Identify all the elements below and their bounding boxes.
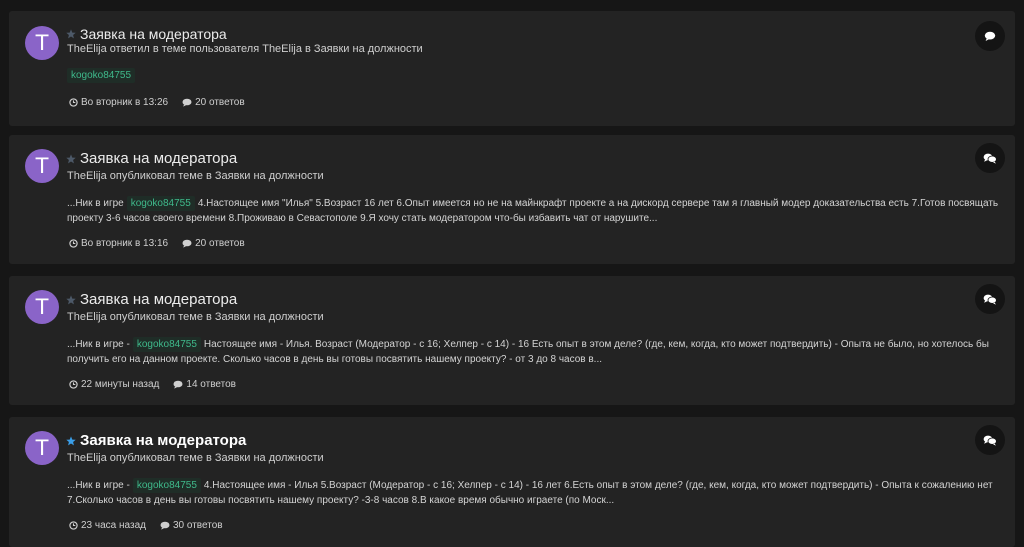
avatar[interactable]: T <box>25 290 59 324</box>
activity-item: T Заявка на модератора TheElija опублико… <box>9 417 1015 547</box>
timestamp-text: 22 минуты назад <box>81 379 160 390</box>
clock-icon <box>69 239 78 248</box>
star-icon <box>66 153 76 164</box>
timestamp[interactable]: 22 минуты назад <box>69 379 159 390</box>
activity-item: T Заявка на модератора TheElija опублико… <box>9 135 1015 264</box>
snippet-text: Настоящее имя - Илья. Возраст (Модератор… <box>67 339 989 365</box>
comment-icon <box>984 31 996 41</box>
star-icon <box>66 294 76 305</box>
tag-badge[interactable]: kogoko84755 <box>132 337 201 352</box>
snippet-text: 4.Настоящее имя - Илья 5.Возраст (Модера… <box>67 480 993 506</box>
star-icon <box>66 435 76 446</box>
replies-text: 20 ответов <box>195 97 245 108</box>
topic-title-link[interactable]: Заявка на модератора <box>80 150 237 167</box>
replies-count: 20 ответов <box>182 238 245 249</box>
comments-icon <box>983 294 997 305</box>
replies-text: 14 ответов <box>186 379 236 390</box>
activity-item: T Заявка на модератора TheElija ответил … <box>9 11 1015 126</box>
timestamp-text: 23 часа назад <box>81 520 146 531</box>
clock-icon <box>69 98 78 107</box>
clock-icon <box>69 521 78 530</box>
snippet-text: ...Ник в игре <box>67 198 124 209</box>
avatar[interactable]: T <box>25 26 59 60</box>
replies-text: 20 ответов <box>195 238 245 249</box>
activity-type-button[interactable] <box>975 284 1005 314</box>
timestamp[interactable]: Во вторник в 13:16 <box>69 238 168 249</box>
timestamp-text: Во вторник в 13:26 <box>81 97 169 108</box>
star-icon <box>66 29 76 39</box>
topic-title-link[interactable]: Заявка на модератора <box>80 291 237 308</box>
activity-meta: TheElija опубликовал теме в Заявки на до… <box>67 311 324 323</box>
activity-meta: TheElija опубликовал теме в Заявки на до… <box>67 170 324 182</box>
avatar[interactable]: T <box>25 149 59 183</box>
post-snippet: ...Ник в игре - kogoko84755 Настоящее имя … <box>67 337 1002 367</box>
timestamp-text: Во вторник в 13:16 <box>81 238 169 249</box>
comment-icon <box>160 521 170 530</box>
snippet-text: ...Ник в игре - <box>67 339 130 350</box>
timestamp[interactable]: 23 часа назад <box>69 520 146 531</box>
activity-type-button[interactable] <box>975 21 1005 51</box>
clock-icon <box>69 380 78 389</box>
replies-count: 14 ответов <box>173 379 236 390</box>
activity-meta: TheElija ответил в теме пользователя The… <box>67 43 423 55</box>
replies-count: 20 ответов <box>182 97 245 108</box>
post-snippet: ...Ник в игре - kogoko84755 4.Настоящее им… <box>67 478 1002 508</box>
tag-badge[interactable]: kogoko84755 <box>67 68 136 83</box>
avatar[interactable]: T <box>25 431 59 465</box>
activity-type-button[interactable] <box>975 143 1005 173</box>
comment-icon <box>182 239 192 248</box>
timestamp[interactable]: Во вторник в 13:26 <box>69 97 168 108</box>
topic-title-link[interactable]: Заявка на модератора <box>80 26 227 42</box>
comments-icon <box>983 153 997 164</box>
activity-item: T Заявка на модератора TheElija опублико… <box>9 276 1015 405</box>
tag-badge[interactable]: kogoko84755 <box>126 196 195 211</box>
activity-type-button[interactable] <box>975 425 1005 455</box>
post-snippet: ...Ник в игре kogoko84755 4.Настоящее имя … <box>67 196 1002 226</box>
activity-meta: TheElija опубликовал теме в Заявки на до… <box>67 452 324 464</box>
comment-icon <box>182 98 192 107</box>
topic-title-link[interactable]: Заявка на модератора <box>80 432 246 449</box>
comment-icon <box>173 380 183 389</box>
comments-icon <box>983 435 997 446</box>
snippet-text: ...Ник в игре - <box>67 480 130 491</box>
replies-count: 30 ответов <box>160 520 223 531</box>
replies-text: 30 ответов <box>172 520 223 531</box>
tag-badge[interactable]: kogoko84755 <box>132 478 201 493</box>
snippet-text: 4.Настоящее имя "Илья" 5.Возраст 16 лет … <box>67 198 999 224</box>
